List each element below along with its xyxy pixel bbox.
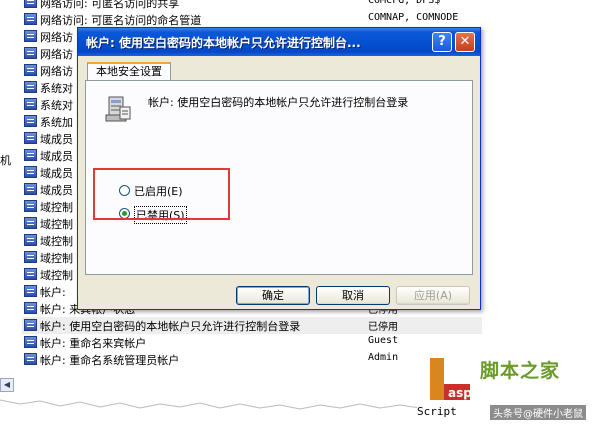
policy-item-icon xyxy=(24,251,37,263)
policy-item-icon xyxy=(24,30,37,42)
policy-name-cell: 网络访问: 可匿名访问的共享 xyxy=(40,0,180,10)
help-button[interactable]: ? xyxy=(432,32,452,52)
site-logo-icon: asp xyxy=(430,358,472,400)
policy-value-cell: COMCFG, DFS$ xyxy=(368,0,441,6)
policy-name-cell: 网络访 xyxy=(40,31,73,44)
policy-item-icon xyxy=(24,268,37,280)
table-row[interactable]: 帐户: 使用空白密码的本地帐户只允许进行控制台登录 已停用 xyxy=(22,317,482,334)
cancel-button[interactable]: 取消 xyxy=(316,286,390,305)
policy-item-icon xyxy=(24,183,37,195)
policy-item-icon xyxy=(24,336,37,348)
left-pane-text: 机 xyxy=(0,154,11,167)
policy-name-cell: 帐户: 使用空白密码的本地帐户只允许进行控制台登录 xyxy=(40,320,301,333)
policy-name-cell: 网络访 xyxy=(40,48,73,61)
apply-button[interactable]: 应用(A) xyxy=(396,286,470,305)
policy-value-cell: COMNAP, COMNODE xyxy=(368,12,459,23)
policy-value-cell: Admin xyxy=(368,352,399,363)
policy-name-cell: 域成员 xyxy=(40,184,73,197)
policy-item-icon xyxy=(24,115,37,127)
policy-item-icon xyxy=(24,319,37,331)
policy-name-cell: 域成员 xyxy=(40,150,73,163)
policy-name-cell: 域控制 xyxy=(40,235,73,248)
policy-name-cell: 系统对 xyxy=(40,82,73,95)
policy-item-icon xyxy=(24,166,37,178)
watermark-script-text: Script xyxy=(417,405,457,418)
ok-button[interactable]: 确定 xyxy=(236,286,310,305)
tab-local-security-setting[interactable]: 本地安全设置 xyxy=(87,62,171,81)
policy-value-cell: Guest xyxy=(368,335,399,346)
policy-item-icon xyxy=(24,217,37,229)
watermark: asp 脚本之家 Script 头条号@硬件小老鼠 xyxy=(414,352,614,427)
policy-value-cell: 已停用 xyxy=(368,322,398,333)
table-row[interactable]: 网络访问: 可匿名访问的命名管道 COMNAP, COMNODE xyxy=(22,11,482,28)
policy-name: 帐户: 使用空白密码的本地帐户只允许进行控制台登录 xyxy=(148,96,409,109)
dialog-title: 帐户: 使用空白密码的本地帐户只允许进行控制台... xyxy=(86,36,361,50)
annotation-highlight-box xyxy=(93,168,230,220)
policy-item-icon xyxy=(24,13,37,25)
table-row[interactable]: 帐户: 重命名来宾帐户 Guest xyxy=(22,334,482,351)
policy-item-icon xyxy=(24,302,37,314)
policy-item-icon xyxy=(24,132,37,144)
policy-name-cell: 帐户: xyxy=(40,286,66,299)
policy-name-cell: 域成员 xyxy=(40,133,73,146)
table-row[interactable]: 帐户: 重命名系统管理员帐户 Admin xyxy=(22,351,482,368)
policy-name-cell: 域控制 xyxy=(40,218,73,231)
svg-text:asp: asp xyxy=(448,386,472,400)
policy-item-icon xyxy=(24,47,37,59)
policy-name-cell: 帐户: 重命名来宾帐户 xyxy=(40,337,147,350)
policy-item-icon xyxy=(24,200,37,212)
policy-item-icon xyxy=(24,81,37,93)
policy-name-cell: 网络访 xyxy=(40,65,73,78)
watermark-logo-text: 脚本之家 xyxy=(480,360,561,382)
policy-name-cell: 系统对 xyxy=(40,99,73,112)
policy-icon xyxy=(105,96,131,122)
policy-name-cell: 域控制 xyxy=(40,252,73,265)
scroll-arrow-icon[interactable]: ◀ xyxy=(0,378,14,392)
watermark-subtext: 头条号@硬件小老鼠 xyxy=(490,405,586,420)
policy-item-icon xyxy=(24,285,37,297)
policy-name-cell: 系统加 xyxy=(40,116,73,129)
policy-item-icon xyxy=(24,98,37,110)
policy-item-icon xyxy=(24,353,37,365)
dialog-titlebar[interactable]: 帐户: 使用空白密码的本地帐户只允许进行控制台... ? ✕ xyxy=(78,28,480,56)
policy-name-cell: 网络访问: 可匿名访问的命名管道 xyxy=(40,14,202,27)
policy-name-cell: 域控制 xyxy=(40,269,73,282)
policy-name-cell: 帐户: 重命名系统管理员帐户 xyxy=(40,354,180,367)
table-row[interactable]: 网络访问: 可匿名访问的共享 COMCFG, DFS$ xyxy=(22,0,482,11)
close-button[interactable]: ✕ xyxy=(455,32,475,52)
policy-name-cell: 域成员 xyxy=(40,167,73,180)
policy-name-cell: 域控制 xyxy=(40,201,73,214)
policy-item-icon xyxy=(24,64,37,76)
policy-item-icon xyxy=(24,149,37,161)
policy-item-icon xyxy=(24,234,37,246)
left-tree-pane: 机 ◀ xyxy=(0,0,20,400)
policy-item-icon xyxy=(24,0,37,8)
